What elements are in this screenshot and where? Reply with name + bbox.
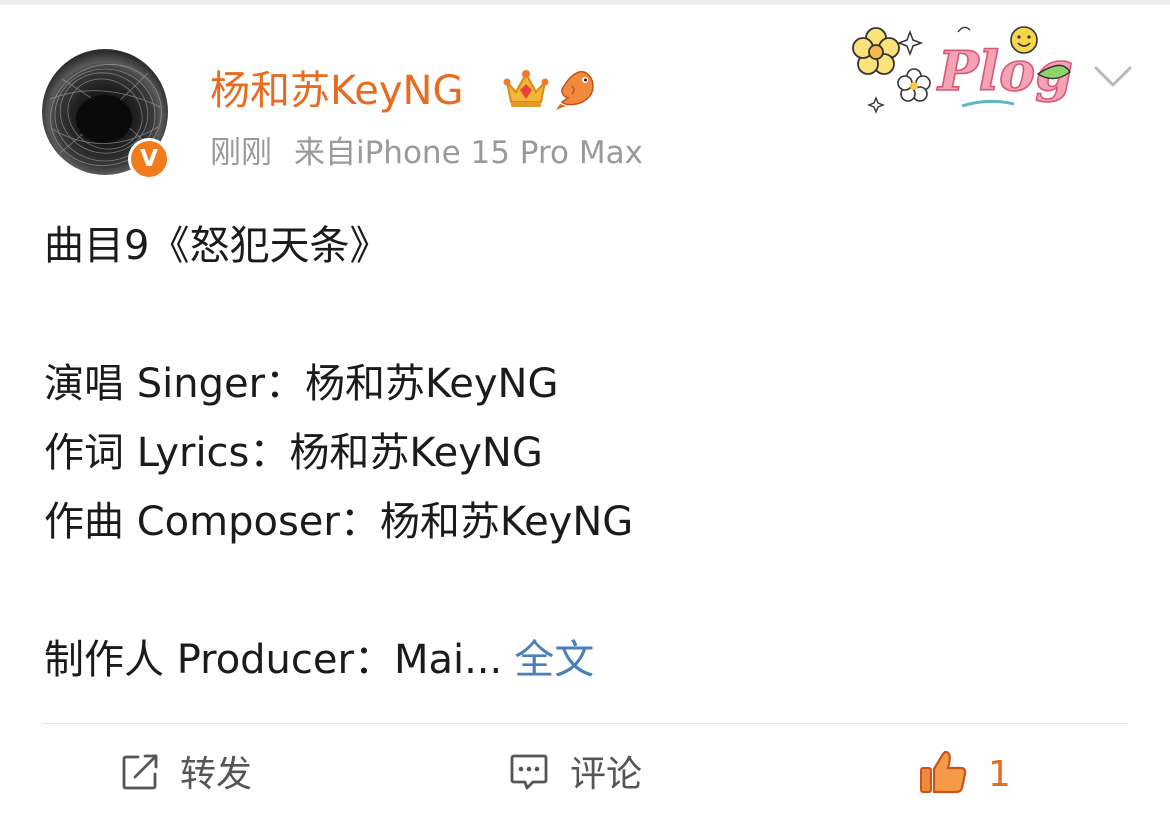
action-divider <box>42 723 1128 724</box>
content-line-text: 制作人 Producer：Mai... <box>44 637 503 683</box>
weibo-post-card: V 杨和苏KeyNG 刚刚 来自iPhone 15 Pro Max Plog 曲… <box>0 0 1170 815</box>
post-meta: 刚刚 来自iPhone 15 Pro Max <box>210 133 643 173</box>
post-time: 刚刚 <box>210 135 272 171</box>
content-line: 演唱 Singer：杨和苏KeyNG <box>44 361 559 407</box>
content-line-blank <box>44 281 1134 350</box>
content-line-last: 制作人 Producer：Mai... 全文 <box>44 626 1134 695</box>
comment-label: 评论 <box>570 754 643 795</box>
post-source: 来自iPhone 15 Pro Max <box>294 135 643 171</box>
content-line: 作曲 Composer：杨和苏KeyNG <box>44 499 634 545</box>
like-count: 1 <box>988 754 1011 795</box>
full-text-link[interactable]: 全文 <box>514 637 594 683</box>
chevron-down-icon[interactable] <box>1093 64 1133 94</box>
plog-sticker-icon: Plog <box>838 14 1078 122</box>
comment-button[interactable]: 评论 <box>508 745 642 805</box>
top-separator <box>0 0 1170 5</box>
repost-label: 转发 <box>180 754 253 795</box>
v-badge-icon: V <box>131 141 167 177</box>
verified-badge: V <box>128 138 170 180</box>
crown-icon[interactable] <box>503 68 549 114</box>
content-line: 作词 Lyrics：杨和苏KeyNG <box>44 430 543 476</box>
fish-icon[interactable] <box>554 66 598 116</box>
content-line: 曲目9《怒犯天条》 <box>44 223 390 269</box>
thumbs-up-icon <box>920 750 967 794</box>
author-name[interactable]: 杨和苏KeyNG <box>210 66 463 116</box>
repost-button[interactable]: 转发 <box>120 745 252 805</box>
post-content: 曲目9《怒犯天条》 演唱 Singer：杨和苏KeyNG 作词 Lyrics：杨… <box>44 212 1134 695</box>
content-line-blank <box>44 557 1134 626</box>
comment-icon <box>510 754 548 790</box>
repost-icon <box>122 754 158 790</box>
like-button[interactable]: 1 <box>918 745 1011 805</box>
